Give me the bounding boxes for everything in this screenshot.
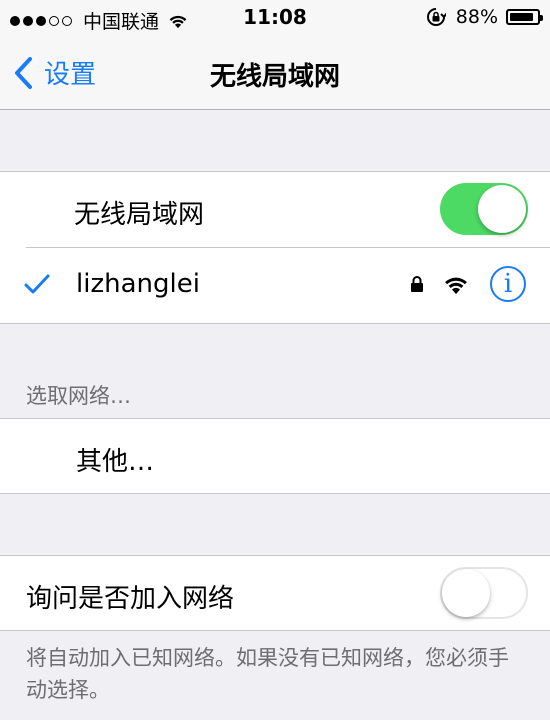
network-name: lizhanglei <box>76 269 200 299</box>
switch-knob <box>442 569 490 617</box>
choose-network-header: 选取网络… <box>26 384 131 408</box>
battery-icon <box>506 9 543 25</box>
ask-to-join-switch[interactable] <box>440 567 528 619</box>
battery-percent: 88% <box>455 6 498 28</box>
ask-to-join-row: 询问是否加入网络 <box>0 556 550 631</box>
ask-to-join-label: 询问是否加入网络 <box>26 584 235 614</box>
wifi-toggle-label: 无线局域网 <box>74 200 205 230</box>
connected-network-row[interactable]: lizhanglei i <box>0 247 550 322</box>
other-network-row[interactable]: 其他… <box>0 419 550 494</box>
rotation-lock-icon <box>426 8 446 26</box>
ask-to-join-group: 询问是否加入网络 <box>0 555 550 631</box>
status-bar: 中国联通 11:08 88% <box>0 0 550 36</box>
info-icon[interactable]: i <box>490 266 526 302</box>
checkmark-icon <box>24 274 50 294</box>
other-network-label: 其他… <box>76 447 155 477</box>
switch-knob <box>478 185 526 233</box>
lock-icon <box>411 276 423 292</box>
page-title: 无线局域网 <box>209 62 340 92</box>
other-network-group: 其他… <box>0 418 550 494</box>
status-right: 88% <box>426 6 543 28</box>
wifi-group: 无线局域网 lizhanglei i <box>0 171 550 324</box>
wifi-signal-icon <box>445 277 467 294</box>
wifi-toggle-row: 无线局域网 <box>0 172 550 247</box>
ask-to-join-footer: 将自动加入已知网络。如果没有已知网络，您必须手动选择。 <box>26 646 509 702</box>
wifi-toggle-switch[interactable] <box>440 183 528 235</box>
navigation-bar: 设置 无线局域网 <box>0 36 550 110</box>
